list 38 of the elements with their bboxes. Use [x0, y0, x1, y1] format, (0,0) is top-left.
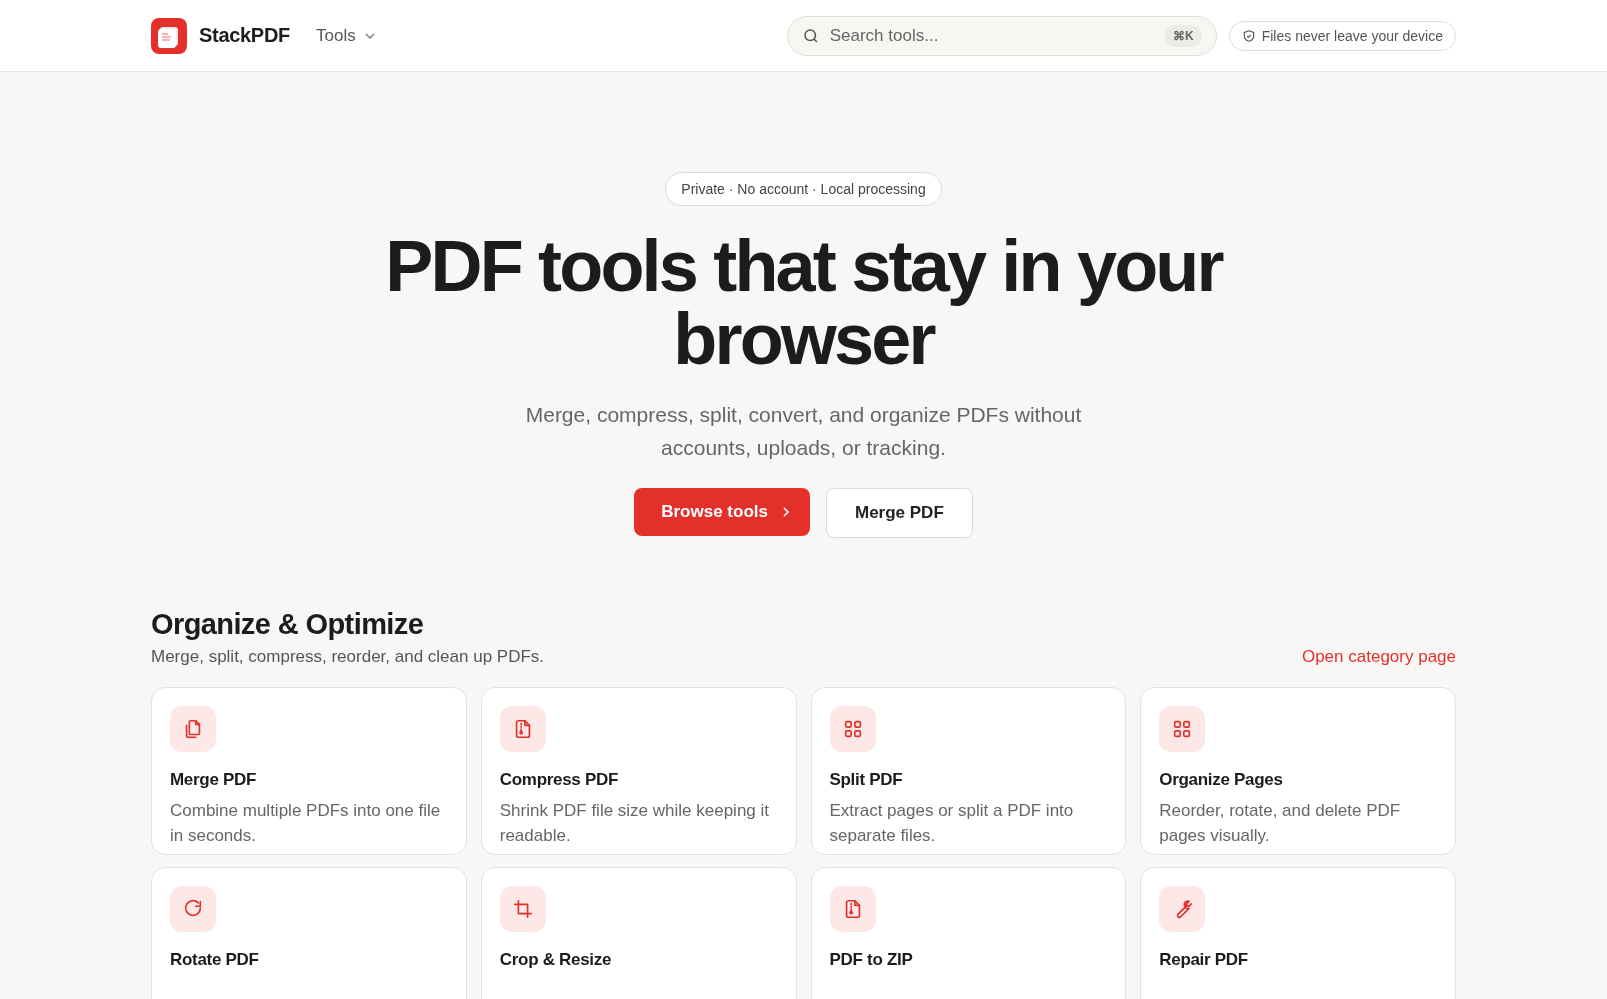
tool-name: Rotate PDF [170, 950, 260, 970]
logo-icon[interactable] [151, 17, 187, 54]
tool-card[interactable]: Crop & Resize [480, 867, 797, 999]
tool-name: Compress PDF [499, 770, 619, 790]
brand-name[interactable]: StackPDF [199, 24, 290, 47]
tool-name: Crop & Resize [499, 950, 613, 970]
hero-subtitle: Merge, compress, split, convert, and organize PDFs without accounts, uploads, or tracking. [524, 402, 1083, 461]
tool-card[interactable]: Split PDF Extract pages or split a PDF into separate files. [810, 687, 1127, 855]
tool-name: Organize Pages [1159, 770, 1284, 790]
tools-menu[interactable]: Tools [316, 25, 376, 46]
hero-title: PDF tools that stay in your browser [384, 230, 1224, 376]
tool-card[interactable]: Compress PDF Shrink PDF file size while keeping it readable. [480, 687, 797, 855]
section-description: Merge, split, compress, reorder, and clean up PDFs. [151, 647, 545, 667]
tool-card[interactable]: Repair PDF [1140, 867, 1456, 999]
tool-name: Split PDF [829, 770, 904, 790]
browse-tools-button[interactable]: Browse tools [634, 488, 810, 536]
shield-icon [1241, 28, 1256, 43]
merge-pdf-button[interactable]: Merge PDF [825, 488, 973, 538]
hero-badge: Private · No account · Local processing [665, 172, 942, 206]
tool-description: Combine multiple PDFs into one file in seconds. [170, 800, 442, 847]
search-icon [801, 26, 820, 45]
category-link[interactable]: Open category page [1301, 647, 1456, 667]
tool-description: Extract pages or split a PDF into separate files. [829, 800, 1075, 847]
tool-name: Merge PDF [170, 770, 258, 790]
tool-name: PDF to ZIP [829, 950, 914, 970]
tool-card[interactable]: Organize Pages Reorder, rotate, and delete PDF pages visually. [1140, 687, 1456, 855]
search-input[interactable]: Search tools... [829, 25, 1155, 46]
tool-description: Shrink PDF file size while keeping it readable. [499, 800, 771, 847]
section-title: Organize & Optimize [151, 608, 425, 641]
search-bar[interactable]: Search tools... ⌘K [786, 15, 1217, 56]
tool-description: Reorder, rotate, and delete PDF pages visually. [1159, 800, 1402, 847]
tool-card[interactable]: Merge PDF Combine multiple PDFs into one file in seconds. [151, 687, 467, 855]
tool-name: Repair PDF [1159, 950, 1249, 970]
tool-card[interactable]: Rotate PDF [151, 867, 467, 999]
crop-icon [511, 898, 534, 920]
shortcut-hint: ⌘K [1165, 24, 1202, 47]
tool-card[interactable]: PDF to ZIP [810, 867, 1127, 999]
privacy-text: Files never leave your device [1261, 27, 1443, 44]
